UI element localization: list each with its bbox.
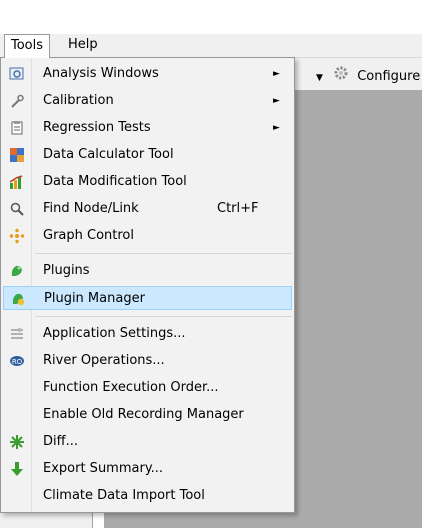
calibration-icon [9, 93, 25, 109]
submenu-arrow-icon: ► [273, 96, 280, 106]
menu-item-label: Data Calculator Tool [43, 147, 174, 162]
menu-item-analysis-windows[interactable]: Analysis Windows ► [3, 62, 292, 86]
menu-item-climate-data-import-tool[interactable]: Climate Data Import Tool [3, 484, 292, 508]
menu-item-graph-control[interactable]: Graph Control [3, 224, 292, 248]
submenu-arrow-icon: ► [273, 123, 280, 133]
menu-item-data-calculator-tool[interactable]: Data Calculator Tool [3, 143, 292, 167]
data-modification-icon [9, 174, 25, 190]
gear-icon [333, 65, 349, 88]
plugin-manager-icon [10, 291, 26, 307]
tools-dropdown-menu: Analysis Windows ► Calibration ► Regress… [0, 57, 295, 513]
menu-item-data-modification-tool[interactable]: Data Modification Tool [3, 170, 292, 194]
export-arrow-icon [9, 461, 25, 477]
menu-item-function-execution-order[interactable]: Function Execution Order... [3, 376, 292, 400]
menu-item-label: Function Execution Order... [43, 380, 219, 395]
graph-control-icon [9, 228, 25, 244]
menu-item-label: Data Modification Tool [43, 174, 187, 189]
menu-item-plugin-manager[interactable]: Plugin Manager [3, 286, 292, 310]
menu-item-label: River Operations... [43, 353, 165, 368]
menu-item-label: Diff... [43, 434, 78, 449]
menu-item-label: Export Summary... [43, 461, 164, 476]
dropdown-arrow-icon[interactable]: ▼ [316, 73, 323, 83]
menu-tools[interactable]: Tools [4, 34, 51, 58]
submenu-arrow-icon: ► [273, 69, 280, 79]
menu-item-label: Plugin Manager [44, 291, 145, 306]
menu-item-river-operations[interactable]: RO River Operations... [3, 349, 292, 373]
menu-separator [35, 316, 292, 317]
menu-item-enable-old-recording-manager[interactable]: Enable Old Recording Manager [3, 403, 292, 427]
menu-item-diff[interactable]: Diff... [3, 430, 292, 454]
menu-separator [35, 253, 292, 254]
menu-item-calibration[interactable]: Calibration ► [3, 89, 292, 113]
river-operations-icon: RO [9, 353, 25, 369]
configure-button[interactable]: ▼ Configure [316, 65, 420, 85]
menu-item-label: Enable Old Recording Manager [43, 407, 244, 422]
menu-item-find-node-link[interactable]: Find Node/Link Ctrl+F [3, 197, 292, 221]
menu-item-application-settings[interactable]: Application Settings... [3, 322, 292, 346]
menu-item-label: Analysis Windows [43, 66, 159, 81]
menu-item-label: Plugins [43, 263, 90, 278]
menu-item-label: Application Settings... [43, 326, 186, 341]
configure-label: Configure [357, 69, 421, 84]
menu-item-regression-tests[interactable]: Regression Tests ► [3, 116, 292, 140]
menu-item-label: Find Node/Link [43, 201, 139, 216]
menu-item-label: Climate Data Import Tool [43, 488, 205, 503]
magnifier-icon [9, 201, 25, 217]
application-settings-icon [9, 326, 25, 342]
plugins-icon [9, 263, 25, 279]
menu-item-export-summary[interactable]: Export Summary... [3, 457, 292, 481]
data-calculator-icon [9, 147, 25, 163]
shortcut-label: Ctrl+F [217, 201, 259, 216]
menu-help[interactable]: Help [62, 34, 104, 56]
menu-item-label: Regression Tests [43, 120, 151, 135]
analysis-window-icon [9, 66, 25, 82]
menu-bar: Tools Help [0, 34, 422, 58]
menu-item-label: Graph Control [43, 228, 134, 243]
menu-item-plugins[interactable]: Plugins [3, 259, 292, 283]
menu-item-label: Calibration [43, 93, 114, 108]
svg-text:RO: RO [12, 358, 23, 366]
regression-tests-icon [9, 120, 25, 136]
diff-icon [9, 434, 25, 450]
